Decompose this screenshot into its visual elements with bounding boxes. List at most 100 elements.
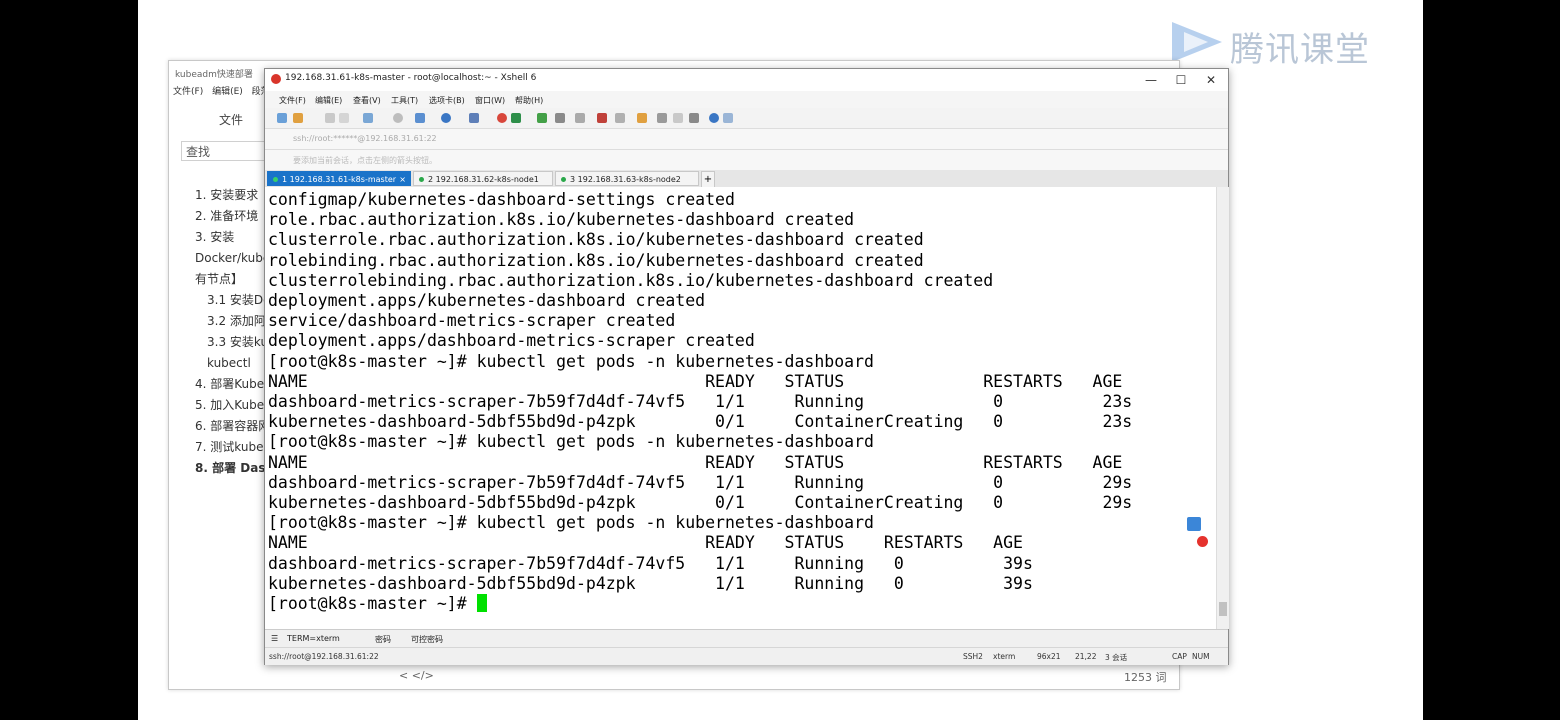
connected-dot-icon — [273, 177, 278, 182]
xshell-menubar: 文件(F) 编辑(E) 查看(V) 工具(T) 选项卡(B) 窗口(W) 帮助(… — [265, 91, 1228, 108]
terminal-line: NAME READY STATUS RESTARTS AGE — [268, 533, 1023, 553]
fullscreen-icon[interactable] — [537, 113, 547, 123]
menu-tools[interactable]: 工具(T) — [391, 95, 418, 106]
globe-icon[interactable] — [441, 113, 451, 123]
watermark-text: 腾讯课堂 — [1230, 30, 1370, 70]
floating-note-icon[interactable] — [1187, 517, 1201, 531]
outline-item[interactable]: 2. 准备环境 — [195, 206, 274, 227]
terminal-line: clusterrole.rbac.authorization.k8s.io/ku… — [268, 230, 924, 250]
outline-item[interactable]: 3.1 安装Do — [195, 290, 274, 311]
menu-tabs[interactable]: 选项卡(B) — [429, 95, 465, 106]
paste-icon[interactable] — [339, 113, 349, 123]
open-folder-icon[interactable] — [293, 113, 303, 123]
close-button[interactable]: ✕ — [1197, 71, 1225, 89]
editor-title: kubeadm快速部署 — [175, 70, 253, 80]
menu-file[interactable]: 文件(F) — [279, 95, 306, 106]
help-icon[interactable] — [709, 113, 719, 123]
outline-item[interactable]: Docker/kube — [195, 248, 274, 269]
layout-icon[interactable] — [657, 113, 667, 123]
terminal-line: configmap/kubernetes-dashboard-settings … — [268, 190, 735, 209]
status-connection: ssh://root@192.168.31.61:22 — [269, 652, 379, 661]
outline-item[interactable]: 4. 部署Kuber — [195, 374, 274, 395]
terminal-line: service/dashboard-metrics-scraper create… — [268, 311, 676, 331]
address-bar[interactable]: ssh://root:******@192.168.31.61:22 — [265, 129, 1228, 150]
outline-item[interactable]: 7. 测试kuber — [195, 437, 274, 458]
new-session-icon[interactable] — [277, 113, 287, 123]
chat-icon[interactable] — [723, 113, 733, 123]
quick-password-alt[interactable]: 可控密码 — [411, 634, 443, 645]
outline-item[interactable]: 6. 部署容器网 — [195, 416, 274, 437]
status-cursor: 21,22 — [1075, 652, 1097, 661]
terminal-text: configmap/kubernetes-dashboard-settings … — [268, 190, 1132, 614]
quick-term[interactable]: TERM=xterm — [287, 634, 340, 643]
outline-item[interactable]: 5. 加入Kuber — [195, 395, 274, 416]
keyboard-icon[interactable] — [575, 113, 585, 123]
outline-item[interactable]: 3. 安装 — [195, 227, 274, 248]
tab-layout-icon[interactable] — [673, 113, 683, 123]
tab-label: 3 192.168.31.63-k8s-node2 — [570, 175, 681, 184]
minimize-button[interactable]: — — [1137, 71, 1165, 89]
menu-icon[interactable]: ☰ — [271, 634, 278, 643]
tab-k8s-node2[interactable]: 3 192.168.31.63-k8s-node2 — [555, 171, 699, 186]
status-cap: CAP — [1172, 652, 1187, 661]
lock-icon[interactable] — [555, 113, 565, 123]
editor-menu-file[interactable]: 文件(F) — [173, 87, 203, 97]
sidebar-file-tab[interactable]: 文件 — [219, 111, 243, 128]
outline-item[interactable]: 有节点】 — [195, 269, 274, 290]
reconnect-icon[interactable] — [363, 113, 373, 123]
quick-password[interactable]: 密码 — [375, 634, 391, 645]
terminal-line: deployment.apps/dashboard-metrics-scrape… — [268, 331, 755, 351]
new-tab-button[interactable]: + — [701, 171, 715, 188]
connected-dot-icon — [561, 177, 566, 182]
tab-k8s-node1[interactable]: 2 192.168.31.62-k8s-node1 — [413, 171, 553, 186]
maximize-button[interactable]: ☐ — [1167, 71, 1195, 89]
properties-icon[interactable] — [415, 113, 425, 123]
source-mode-toggle[interactable]: < </> — [399, 669, 434, 682]
xshell-logo-icon — [271, 74, 281, 84]
menu-edit[interactable]: 编辑(E) — [315, 95, 342, 106]
scrollbar-thumb[interactable] — [1219, 602, 1227, 616]
word-count: 1253 词 — [1124, 671, 1167, 684]
outline-item[interactable]: 3.3 安装ku — [195, 332, 274, 353]
font-icon[interactable] — [469, 113, 479, 123]
menu-help[interactable]: 帮助(H) — [515, 95, 543, 106]
record-indicator-icon[interactable] — [1197, 536, 1208, 547]
outline-item[interactable]: 8. 部署 Dash — [195, 458, 274, 479]
transfer-icon[interactable] — [511, 113, 521, 123]
copy-icon[interactable] — [325, 113, 335, 123]
xshell-window-title: 192.168.31.61-k8s-master - root@localhos… — [285, 73, 537, 83]
xshell-titlebar[interactable]: 192.168.31.61-k8s-master - root@localhos… — [265, 69, 1228, 91]
status-size: 96x21 — [1037, 652, 1061, 661]
terminal-line: [root@k8s-master ~]# kubectl get pods -n… — [268, 513, 874, 533]
terminal-line: deployment.apps/kubernetes-dashboard cre… — [268, 291, 706, 311]
session-manager-icon[interactable] — [637, 113, 647, 123]
tab-close-icon[interactable]: × — [399, 172, 406, 187]
outline-item[interactable]: 3.2 添加阿 — [195, 311, 274, 332]
menu-view[interactable]: 查看(V) — [353, 95, 381, 106]
address-text: ssh://root:******@192.168.31.61:22 — [293, 134, 437, 143]
menu-window[interactable]: 窗口(W) — [475, 95, 505, 106]
settings-icon[interactable] — [689, 113, 699, 123]
terminal-line: dashboard-metrics-scraper-7b59f7d4df-74v… — [268, 392, 1133, 412]
xftp-icon[interactable] — [497, 113, 507, 123]
find-icon[interactable] — [393, 113, 403, 123]
outline-item[interactable]: kubectl — [195, 353, 274, 374]
statusbar: ssh://root@192.168.31.61:22 SSH2 xterm 9… — [265, 647, 1228, 665]
status-protocol: SSH2 — [963, 652, 983, 661]
tab-k8s-master[interactable]: 1 192.168.31.61-k8s-master × — [267, 171, 411, 186]
terminal-scrollbar[interactable] — [1216, 187, 1229, 629]
editor-menu-edit[interactable]: 编辑(E) — [212, 87, 243, 97]
outline-list: 1. 安装要求 2. 准备环境 3. 安装 Docker/kube 有节点】 3.1 安装… — [195, 185, 274, 479]
script-icon[interactable] — [597, 113, 607, 123]
compose-icon[interactable] — [615, 113, 625, 123]
xshell-window: 192.168.31.61-k8s-master - root@localhos… — [264, 68, 1229, 665]
terminal-line: NAME READY STATUS RESTARTS AGE — [268, 371, 1123, 391]
terminal-output[interactable]: configmap/kubernetes-dashboard-settings … — [265, 187, 1216, 629]
terminal-line: kubernetes-dashboard-5dbf55bd9d-p4zpk 0/… — [268, 412, 1133, 432]
outline-item[interactable]: 1. 安装要求 — [195, 185, 274, 206]
connected-dot-icon — [419, 177, 424, 182]
terminal-cursor — [476, 594, 487, 613]
terminal-line: kubernetes-dashboard-5dbf55bd9d-p4zpk 0/… — [268, 493, 1133, 513]
terminal-line: [root@k8s-master ~]# kubectl get pods -n… — [268, 432, 874, 452]
tencent-classroom-watermark: 腾讯课堂 — [1168, 16, 1388, 70]
